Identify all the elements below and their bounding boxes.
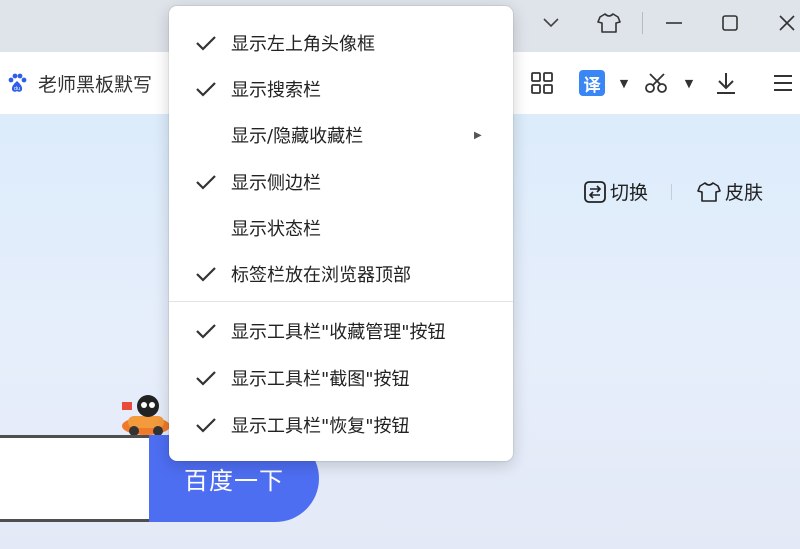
active-tab[interactable]: du 老师黑板默写 [0, 64, 175, 102]
download-icon[interactable] [711, 66, 741, 100]
check-icon [196, 418, 216, 433]
check-icon [196, 82, 216, 97]
apps-grid-icon[interactable] [527, 66, 557, 100]
menu-item-label: 显示工具栏"截图"按钮 [231, 369, 410, 390]
skin-shirt-icon[interactable] [594, 10, 624, 36]
minimize-icon[interactable] [659, 10, 689, 36]
title-bar-separator [642, 12, 643, 34]
link-separator [671, 184, 672, 200]
submenu-arrow-icon: ▶ [474, 129, 482, 141]
menu-hamburger-icon[interactable] [768, 66, 798, 100]
close-icon[interactable] [772, 10, 800, 36]
skin-link[interactable]: 皮肤 [697, 178, 763, 205]
toolbar-context-menu: 显示左上角头像框 显示搜索栏 显示/隐藏收藏栏 ▶ 显示侧边栏 显示状态栏 标签… [169, 6, 513, 461]
menu-item-show-status-bar[interactable]: 显示状态栏 [169, 205, 513, 251]
check-icon [196, 324, 216, 339]
screenshot-dropdown-icon[interactable]: ▼ [682, 66, 696, 100]
check-icon [196, 371, 216, 386]
menu-item-label: 显示搜索栏 [231, 80, 321, 101]
translate-icon[interactable]: 译 [578, 66, 606, 100]
search-input[interactable] [0, 435, 152, 522]
menu-item-label: 显示左上角头像框 [231, 34, 375, 55]
maximize-icon[interactable] [715, 10, 745, 36]
menu-item-label: 显示侧边栏 [231, 173, 321, 194]
switch-icon [584, 180, 606, 203]
svg-text:du: du [14, 86, 20, 92]
doodle-car-icon [122, 395, 170, 436]
menu-item-label: 显示工具栏"收藏管理"按钮 [231, 322, 446, 343]
switch-label: 切换 [610, 182, 649, 204]
check-icon [196, 36, 216, 51]
menu-item-show-restore-button[interactable]: 显示工具栏"恢复"按钮 [169, 402, 513, 448]
shirt-icon [697, 181, 721, 202]
menu-item-show-sidebar[interactable]: 显示侧边栏 [169, 159, 513, 205]
menu-item-tabs-on-top[interactable]: 标签栏放在浏览器顶部 [169, 251, 513, 297]
menu-item-label: 显示状态栏 [231, 219, 321, 240]
tab-title: 老师黑板默写 [38, 73, 153, 96]
menu-item-toggle-favorites-bar[interactable]: 显示/隐藏收藏栏 ▶ [169, 112, 513, 158]
tab-list-chevron-icon[interactable] [536, 10, 566, 36]
menu-item-label: 显示/隐藏收藏栏 [231, 126, 364, 147]
baidu-paw-icon: du [6, 72, 28, 94]
skin-label: 皮肤 [725, 182, 764, 204]
menu-item-show-search-bar[interactable]: 显示搜索栏 [169, 66, 513, 112]
menu-item-show-screenshot-button[interactable]: 显示工具栏"截图"按钮 [169, 355, 513, 401]
switch-link[interactable]: 切换 [584, 178, 648, 205]
menu-item-show-avatar-frame[interactable]: 显示左上角头像框 [169, 20, 513, 66]
menu-divider [169, 301, 513, 302]
translate-dropdown-icon[interactable]: ▼ [617, 66, 631, 100]
check-icon [196, 267, 216, 282]
menu-item-label: 标签栏放在浏览器顶部 [231, 265, 411, 286]
check-icon [196, 175, 216, 190]
menu-item-show-favorites-manager-button[interactable]: 显示工具栏"收藏管理"按钮 [169, 308, 513, 354]
menu-item-label: 显示工具栏"恢复"按钮 [231, 416, 410, 437]
screenshot-scissors-icon[interactable] [643, 66, 671, 100]
